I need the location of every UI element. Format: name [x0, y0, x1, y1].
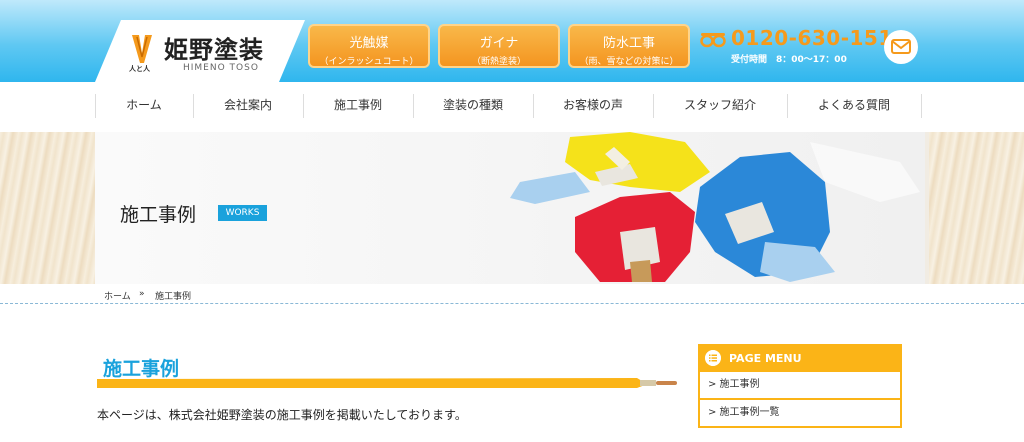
- nav-item-works[interactable]: 施工事例: [303, 82, 413, 128]
- intro-text: 本ページは、株式会社姫野塗装の施工事例を掲載いたしております。: [97, 408, 467, 422]
- page-title: 施工事例: [120, 204, 197, 226]
- header-button-sub: （インラッシュコート）: [319, 57, 419, 67]
- header-button-gaina[interactable]: ガイナ （断熱塗装）: [438, 24, 560, 68]
- logo-tagline: 人と人: [129, 65, 150, 73]
- header-button-waterproof[interactable]: 防水工事 （雨、雪などの対策に）: [568, 24, 690, 68]
- global-nav: ホーム 会社案内 施工事例 塗装の種類 お客様の声 スタッフ紹介 よくある質問: [95, 82, 925, 128]
- nav-item-paint-types[interactable]: 塗装の種類: [413, 82, 533, 128]
- header-button-title: 防水工事: [602, 36, 655, 51]
- mail-button[interactable]: [884, 30, 918, 64]
- breadcrumb-separator: »: [139, 289, 145, 299]
- page-menu-header: PAGE MENU: [698, 344, 902, 372]
- wood-texture-left: [0, 132, 95, 284]
- list-icon: [705, 350, 721, 366]
- header-button-title: ガイナ: [479, 36, 519, 51]
- nav-item-company[interactable]: 会社案内: [193, 82, 303, 128]
- page-menu-heading: PAGE MENU: [729, 352, 802, 365]
- nav-item-voices[interactable]: お客様の声: [533, 82, 653, 128]
- breadcrumb: ホーム » 施工事例: [0, 284, 1024, 304]
- phone-number[interactable]: 0120-630-151: [731, 26, 893, 50]
- business-hours: 受付時間 8：00～17：00: [731, 55, 847, 65]
- page-menu-item-works[interactable]: > 施工事例: [698, 372, 902, 400]
- works-badge: WORKS: [218, 205, 267, 221]
- header-button-photocatalyst[interactable]: 光触媒 （インラッシュコート）: [308, 24, 430, 68]
- breadcrumb-home[interactable]: ホーム: [104, 289, 131, 302]
- nav-divider: [921, 94, 922, 118]
- freedial-icon: [700, 33, 726, 48]
- header-button-sub: （断熱塗装）: [471, 57, 526, 67]
- nav-item-home[interactable]: ホーム: [95, 82, 193, 128]
- envelope-icon: [891, 39, 911, 54]
- nav-item-staff[interactable]: スタッフ紹介: [653, 82, 787, 128]
- page-menu: PAGE MENU > 施工事例 > 施工事例一覧: [698, 344, 902, 428]
- breadcrumb-current: 施工事例: [155, 292, 192, 302]
- site-logo-roman: HIMENO TOSO: [183, 63, 259, 73]
- page-menu-item-works-list[interactable]: > 施工事例一覧: [698, 400, 902, 428]
- header-button-sub: （雨、雪などの対策に）: [579, 57, 679, 67]
- paint-stroke-divider: [97, 378, 677, 388]
- wood-texture-right: [929, 132, 1024, 284]
- nav-item-faq[interactable]: よくある質問: [787, 82, 921, 128]
- site-logo-name[interactable]: 姫野塗装: [164, 30, 264, 65]
- header-button-title: 光触媒: [349, 36, 389, 51]
- paint-brushes-image: [510, 132, 920, 282]
